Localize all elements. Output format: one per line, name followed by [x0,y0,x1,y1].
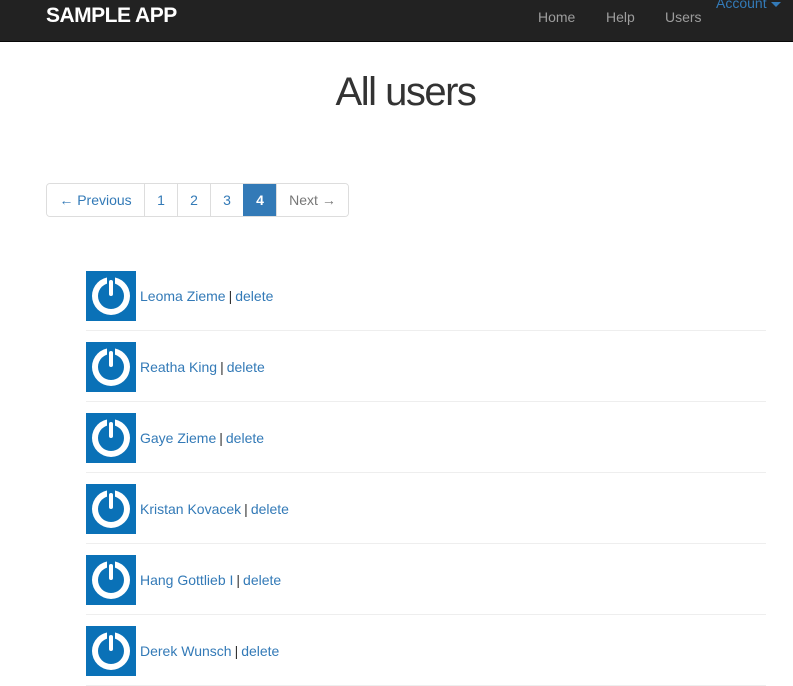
navbar: SAMPLE APP Home Help Users Account [0,0,793,42]
brand-logo[interactable]: SAMPLE APP [46,2,177,30]
power-icon [92,489,130,528]
user-name-link[interactable]: Hang Gottlieb I [140,572,233,588]
user-info: Reatha King | delete [140,359,265,376]
pagination-page-3[interactable]: 3 [210,184,243,216]
user-info: Gaye Zieme | delete [140,430,264,447]
avatar [86,626,136,676]
delete-link[interactable]: delete [235,288,273,304]
avatar [86,555,136,605]
avatar [86,413,136,463]
nav-users-link[interactable]: Users [665,8,702,26]
power-icon [92,631,130,670]
power-icon [92,418,130,457]
avatar [86,484,136,534]
user-list: Leoma Zieme | delete Reatha King | delete [86,260,766,686]
separator: | [228,288,233,304]
nav-help-link[interactable]: Help [606,8,635,26]
account-label: Account [716,0,767,11]
user-row: Derek Wunsch | delete [86,615,766,686]
delete-link[interactable]: delete [227,359,265,375]
user-info: Kristan Kovacek | delete [140,501,289,518]
nav-home-link[interactable]: Home [538,8,575,26]
user-name-link[interactable]: Kristan Kovacek [140,501,241,517]
pagination-page-1[interactable]: 1 [144,184,177,216]
delete-link[interactable]: delete [243,572,281,588]
power-icon [92,276,130,315]
account-dropdown[interactable]: Account [716,0,781,12]
user-info: Leoma Zieme | delete [140,288,273,305]
chevron-down-icon [770,1,781,7]
power-icon [92,560,130,599]
user-name-link[interactable]: Reatha King [140,359,217,375]
separator: | [219,430,223,446]
delete-link[interactable]: delete [226,430,264,446]
separator: | [236,572,241,588]
pagination: ← Previous 1 2 3 4 Next → [46,183,349,217]
user-name-link[interactable]: Leoma Zieme [140,288,226,304]
user-row: Hang Gottlieb I | delete [86,544,766,615]
user-row: Gaye Zieme | delete [86,402,766,473]
separator: | [244,501,248,517]
pagination-next[interactable]: Next → [276,184,348,216]
user-name-link[interactable]: Gaye Zieme [140,430,216,446]
user-row: Reatha King | delete [86,331,766,402]
page-title: All users [335,70,477,114]
pagination-page-2[interactable]: 2 [177,184,210,216]
user-row: Leoma Zieme | delete [86,260,766,331]
pagination-previous[interactable]: ← Previous [47,184,144,216]
separator: | [220,359,224,375]
power-icon [92,347,130,386]
delete-link[interactable]: delete [251,501,289,517]
avatar [86,271,136,321]
avatar [86,342,136,392]
user-row: Kristan Kovacek | delete [86,473,766,544]
user-info: Hang Gottlieb I | delete [140,572,281,589]
user-info: Derek Wunsch | delete [140,643,279,660]
pagination-page-current[interactable]: 4 [243,184,276,216]
